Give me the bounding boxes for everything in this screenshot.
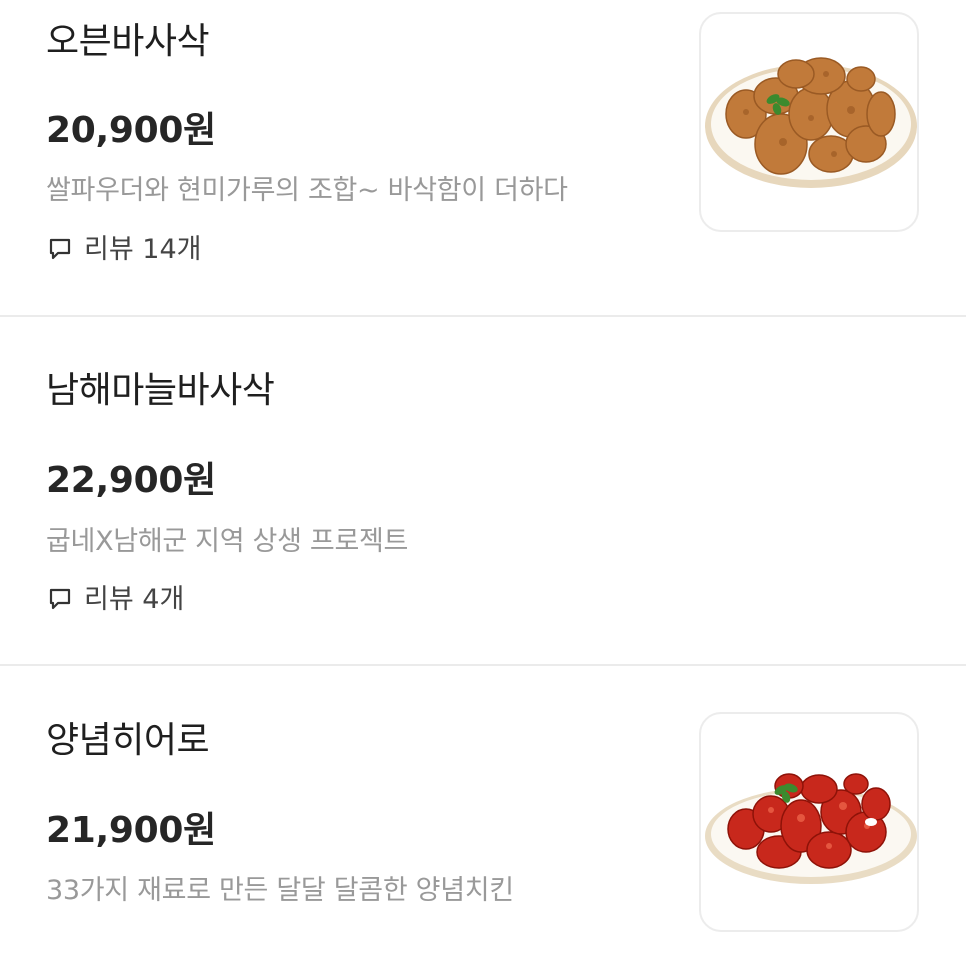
review-count-label: 리뷰 14개 bbox=[84, 233, 202, 265]
yangnyeom-chicken-image bbox=[705, 773, 917, 884]
menu-item-description: 쌀파우더와 현미가루의 조합~ 바삭함이 더하다 bbox=[46, 175, 568, 206]
fried-chicken-image bbox=[705, 57, 917, 188]
speech-bubble-icon bbox=[49, 588, 71, 610]
menu-item-oven-basasak[interactable]: 오븐바사삭 20,900원 쌀파우더와 현미가루의 조합~ 바삭함이 더하다 리… bbox=[0, 0, 966, 315]
review-count-label: 리뷰 4개 bbox=[84, 583, 185, 615]
menu-item-price: 22,900원 bbox=[46, 460, 216, 501]
menu-item-review[interactable]: 리뷰 14개 bbox=[46, 235, 201, 263]
menu-item-image[interactable] bbox=[699, 12, 919, 232]
menu-item-image[interactable] bbox=[699, 712, 919, 932]
menu-item-namhae-garlic-basasak[interactable]: 남해마늘바사삭 22,900원 굽네X남해군 지역 상생 프로젝트 리뷰 4개 bbox=[0, 317, 966, 664]
menu-item-yangnyeom-hero[interactable]: 양념히어로 21,900원 33가지 재료로 만든 달달 달콤한 양념치킨 bbox=[0, 666, 966, 965]
menu-item-description: 굽네X남해군 지역 상생 프로젝트 bbox=[46, 526, 409, 557]
menu-item-name: 남해마늘바사삭 bbox=[46, 370, 275, 411]
menu-item-name: 양념히어로 bbox=[46, 720, 210, 761]
menu-item-price: 20,900원 bbox=[46, 110, 216, 151]
menu-item-review[interactable]: 리뷰 4개 bbox=[46, 585, 184, 613]
menu-item-price: 21,900원 bbox=[46, 810, 216, 851]
menu-item-description: 33가지 재료로 만든 달달 달콤한 양념치킨 bbox=[46, 875, 514, 906]
speech-bubble-icon bbox=[49, 238, 71, 260]
menu-list: 오븐바사삭 20,900원 쌀파우더와 현미가루의 조합~ 바삭함이 더하다 리… bbox=[0, 0, 966, 965]
menu-item-name: 오븐바사삭 bbox=[46, 21, 210, 62]
